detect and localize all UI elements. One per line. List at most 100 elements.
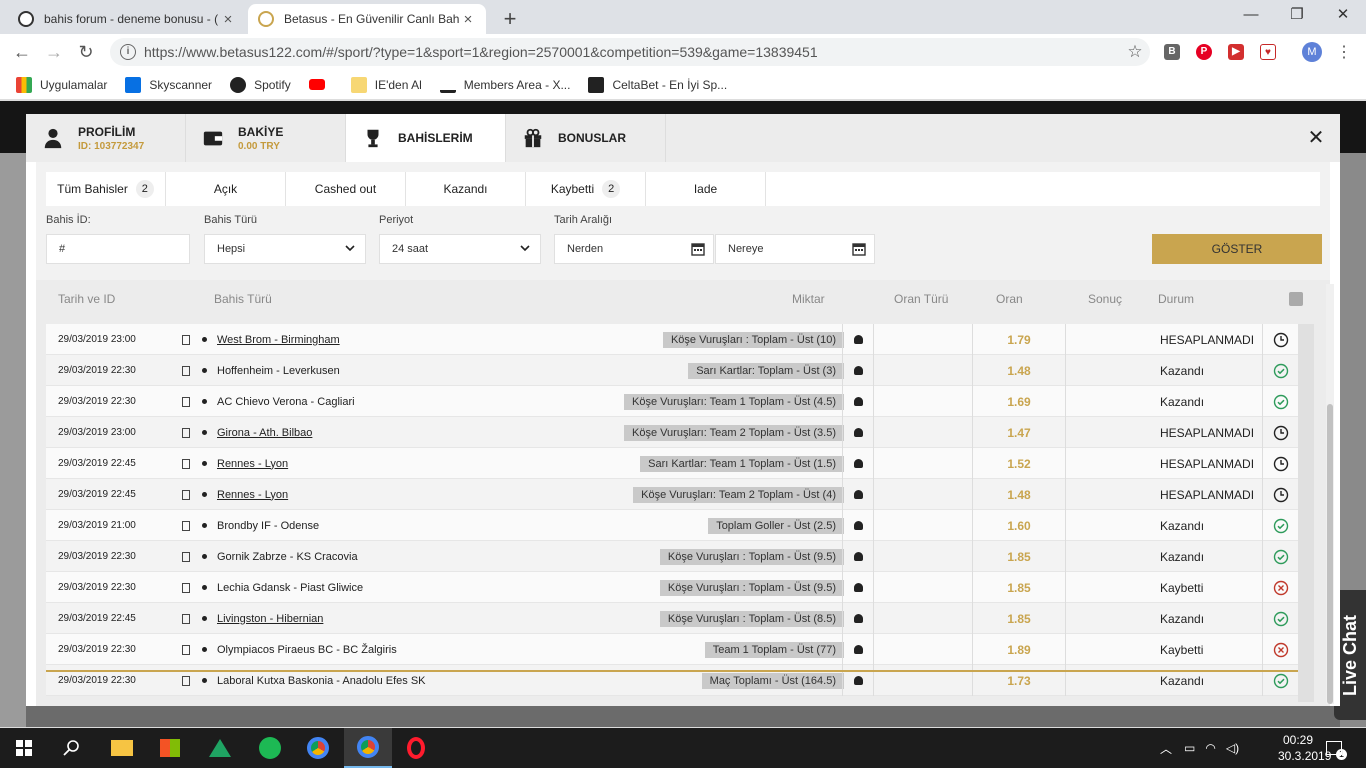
filter-tab-open[interactable]: Açık (166, 172, 286, 206)
minimize-button[interactable]: — (1228, 3, 1274, 27)
forward-arrow-icon[interactable]: → (40, 38, 68, 66)
bookmark-members-area[interactable]: Members Area - X... (439, 76, 570, 93)
filter-tab-lost[interactable]: Kaybetti 2 (526, 172, 646, 206)
address-bar[interactable]: i https://www.betasus122.com/#/sport/?ty… (110, 38, 1150, 66)
browser-tab-forum[interactable]: bahis forum - deneme bonusu - ( × (8, 4, 246, 34)
restore-button[interactable]: ❐ (1274, 3, 1320, 27)
bet-event: Hoffenheim - Leverkusen (202, 355, 502, 386)
tab-my-bets[interactable]: BAHİSLERİM (346, 114, 506, 162)
pinterest-icon[interactable]: P (1196, 44, 1212, 60)
table-row[interactable]: 29/03/2019 22:45 Rennes - Lyon Sarı Kartla… (46, 448, 1298, 479)
bet-receipt-icon[interactable] (178, 386, 194, 417)
volume-icon[interactable]: ◁) (1226, 741, 1239, 755)
table-row[interactable]: 29/03/2019 22:45 Rennes - Lyon Köşe Vuruşl… (46, 479, 1298, 510)
profile-avatar[interactable]: M (1302, 42, 1322, 62)
date-from-input[interactable]: Nerden (554, 234, 714, 264)
table-row[interactable]: 29/03/2019 22:30 Lechia Gdansk - Piast Gl… (46, 572, 1298, 603)
close-window-button[interactable]: ✕ (1320, 3, 1366, 27)
tab-bonuses[interactable]: BONUSLAR (506, 114, 666, 162)
bet-receipt-icon[interactable] (178, 603, 194, 634)
chrome-taskbar-icon[interactable] (294, 728, 342, 768)
taskbar-clock[interactable]: 00:29 30.3.2019 (1278, 732, 1331, 764)
table-row[interactable]: 29/03/2019 23:00 West Brom - Birmingham Kö… (46, 324, 1298, 355)
bookmark-skyscanner[interactable]: Skyscanner (125, 76, 212, 93)
reload-icon[interactable]: ↻ (72, 38, 100, 66)
tab-title: Betasus - En Güvenilir Canlı Bahis (284, 12, 460, 26)
show-button[interactable]: GÖSTER (1152, 234, 1322, 264)
table-row[interactable]: 29/03/2019 22:30 AC Chievo Verona - Cagli… (46, 386, 1298, 417)
bet-id-input[interactable]: # (46, 234, 190, 264)
bet-receipt-icon[interactable] (178, 479, 194, 510)
bookmark-celtabet[interactable]: CeltaBet - En İyi Sp... (588, 76, 727, 93)
date-to-input[interactable]: Nereye (715, 234, 875, 264)
browser-tab-betasus[interactable]: Betasus - En Güvenilir Canlı Bahis × (248, 4, 486, 34)
bet-type-select[interactable]: Hepsi (204, 234, 366, 264)
bet-market: Team 1 Toplam - Üst (77) (466, 634, 844, 665)
bet-receipt-icon[interactable] (178, 634, 194, 665)
header-result: Sonuç (1088, 292, 1123, 306)
wifi-icon[interactable]: ◠ (1205, 741, 1215, 755)
close-modal-icon[interactable]: ✕ (1306, 128, 1326, 148)
close-tab-icon[interactable]: × (220, 11, 236, 28)
close-tab-icon[interactable]: × (460, 11, 476, 28)
site-info-icon[interactable]: i (120, 44, 136, 60)
tab-balance[interactable]: BAKİYE 0.00 TRY (186, 114, 346, 162)
table-row[interactable]: 29/03/2019 21:00 Brondby IF - Odense Topla… (46, 510, 1298, 541)
event-name[interactable]: Girona - Ath. Bilbao (217, 427, 312, 439)
filter-tab-won[interactable]: Kazandı (406, 172, 526, 206)
x-circle-icon (1262, 572, 1298, 603)
filter-tab-all[interactable]: Tüm Bahisler 2 (46, 172, 166, 206)
bets-table: Tarih ve ID Bahis Türü Miktar Oran Türü … (36, 280, 1330, 706)
tab-profile[interactable]: PROFİLİM ID: 103772347 (26, 114, 186, 162)
period-select[interactable]: 24 saat (379, 234, 541, 264)
bet-receipt-icon[interactable] (178, 572, 194, 603)
notifications-icon[interactable]: 1 (1326, 728, 1347, 768)
bet-receipt-icon[interactable] (178, 355, 194, 386)
table-row[interactable]: 29/03/2019 22:30 Gornik Zabrze - KS Craco… (46, 541, 1298, 572)
table-row[interactable]: 29/03/2019 22:30 Hoffenheim - Leverkusen S… (46, 355, 1298, 386)
chevron-down-icon (345, 245, 355, 252)
bet-receipt-icon[interactable] (178, 541, 194, 572)
event-name[interactable]: West Brom - Birmingham (217, 334, 340, 346)
filter-tab-refund[interactable]: Iade (646, 172, 766, 206)
chrome-menu-icon[interactable]: ⋮ (1336, 42, 1352, 62)
bullet-icon (202, 523, 207, 528)
bookmark-ie[interactable]: IE'den Al (350, 76, 422, 93)
google-drive-icon[interactable] (196, 728, 244, 768)
bookmark-apps[interactable]: Uygulamalar (16, 76, 107, 93)
battery-icon[interactable]: ▭ (1184, 741, 1195, 755)
table-row[interactable]: 29/03/2019 22:30 Olympiacos Piraeus BC - … (46, 634, 1298, 665)
back-arrow-icon[interactable]: ← (8, 38, 36, 66)
bookmark-youtube[interactable] (308, 79, 333, 90)
extension-b-icon[interactable]: B (1164, 44, 1180, 60)
new-tab-button[interactable]: + (498, 6, 522, 32)
bookmark-spotify[interactable]: Spotify (230, 76, 291, 93)
chevron-up-icon[interactable]: ︿ (1160, 740, 1172, 757)
filter-tab-cashed-out[interactable]: Cashed out (286, 172, 406, 206)
spotify-taskbar-icon[interactable] (246, 728, 294, 768)
table-row[interactable]: 29/03/2019 23:00 Girona - Ath. Bilbao Köşe… (46, 417, 1298, 448)
file-explorer-icon[interactable] (98, 728, 146, 768)
search-icon[interactable] (48, 728, 96, 768)
extension-red-icon[interactable]: ▶ (1228, 44, 1244, 60)
event-name[interactable]: Livingston - Hibernian (217, 613, 323, 625)
bet-receipt-icon[interactable] (178, 448, 194, 479)
chrome-active-taskbar-icon[interactable] (344, 728, 392, 768)
store-icon[interactable] (146, 728, 194, 768)
pocket-icon[interactable]: ♥ (1260, 44, 1276, 60)
windows-start-icon[interactable] (0, 728, 48, 768)
windows-taskbar: ︿ ▭ ◠ ◁) 00:29 30.3.2019 1 (0, 728, 1366, 768)
bet-receipt-icon[interactable] (178, 324, 194, 355)
bookmark-star-icon[interactable]: ☆ (1120, 42, 1150, 62)
opera-icon[interactable] (392, 728, 440, 768)
table-scrollbar[interactable] (1298, 324, 1314, 702)
bet-receipt-icon[interactable] (178, 417, 194, 448)
event-name[interactable]: Rennes - Lyon (217, 458, 288, 470)
modal-scrollbar[interactable] (1326, 284, 1334, 704)
odds-type-icon (842, 355, 874, 386)
event-name[interactable]: Rennes - Lyon (217, 489, 288, 501)
bet-receipt-icon[interactable] (178, 510, 194, 541)
collapse-all-icon[interactable] (1289, 292, 1303, 306)
bullet-icon (202, 585, 207, 590)
table-row[interactable]: 29/03/2019 22:45 Livingston - Hibernian Kö… (46, 603, 1298, 634)
